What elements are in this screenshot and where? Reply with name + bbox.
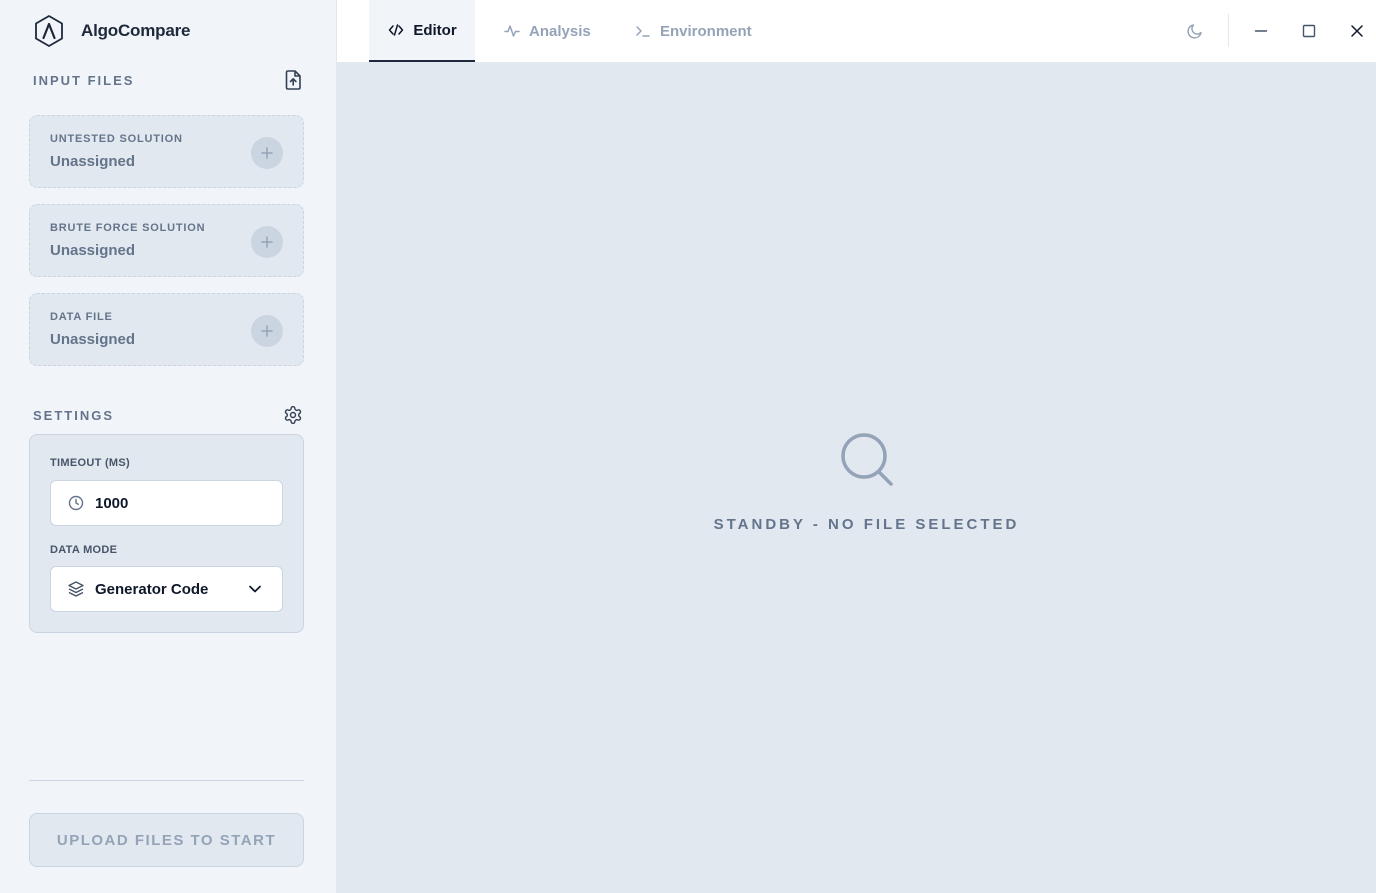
plus-icon bbox=[261, 147, 273, 159]
sidebar: AlgoCompare INPUT FILES UNTESTED SOLUTIO… bbox=[0, 0, 337, 893]
close-icon[interactable] bbox=[1345, 19, 1369, 43]
brand: AlgoCompare bbox=[32, 13, 190, 49]
file-slot-value: Unassigned bbox=[50, 153, 136, 170]
sidebar-divider bbox=[29, 780, 304, 781]
add-brute-force-solution-button[interactable] bbox=[251, 226, 283, 258]
theme-toggle-moon-icon[interactable] bbox=[1183, 19, 1207, 43]
timeout-value: 1000 bbox=[95, 494, 129, 512]
data-mode-label: DATA MODE bbox=[50, 544, 118, 556]
data-mode-value: Generator Code bbox=[95, 580, 209, 598]
add-untested-solution-button[interactable] bbox=[251, 137, 283, 169]
terminal-icon bbox=[634, 22, 652, 40]
file-upload-icon[interactable] bbox=[283, 70, 303, 90]
settings-title: SETTINGS bbox=[33, 407, 115, 423]
window-controls-separator bbox=[1228, 14, 1229, 47]
maximize-icon[interactable] bbox=[1297, 19, 1321, 43]
untested-solution-slot[interactable]: UNTESTED SOLUTION Unassigned bbox=[29, 115, 304, 188]
timeout-label: TIMEOUT (MS) bbox=[50, 457, 130, 469]
start-button[interactable]: UPLOAD FILES TO START bbox=[29, 813, 304, 867]
tab-environment[interactable]: Environment bbox=[634, 0, 752, 62]
file-slot-label: BRUTE FORCE SOLUTION bbox=[50, 222, 206, 234]
timeout-input[interactable]: 1000 bbox=[50, 480, 283, 526]
input-files-title: INPUT FILES bbox=[33, 72, 135, 88]
app-logo-icon bbox=[32, 14, 66, 48]
minimize-icon[interactable] bbox=[1249, 19, 1273, 43]
activity-icon bbox=[503, 22, 521, 40]
data-file-slot[interactable]: DATA FILE Unassigned bbox=[29, 293, 304, 366]
clock-icon bbox=[66, 493, 86, 513]
gear-icon[interactable] bbox=[283, 405, 303, 425]
code-icon bbox=[387, 21, 405, 39]
tab-analysis[interactable]: Analysis bbox=[503, 0, 591, 62]
tab-label: Analysis bbox=[529, 22, 591, 40]
data-mode-select[interactable]: Generator Code bbox=[50, 566, 283, 612]
tab-label: Editor bbox=[413, 21, 457, 39]
top-bar: Editor Analysis Environment bbox=[337, 0, 1376, 62]
file-slot-value: Unassigned bbox=[50, 242, 136, 259]
standby-status-text: STANDBY - NO FILE SELECTED bbox=[713, 516, 1020, 533]
chevron-down-icon bbox=[246, 580, 264, 598]
input-files-header: INPUT FILES bbox=[33, 70, 303, 90]
settings-panel: TIMEOUT (MS) 1000 DATA MODE Generator Co… bbox=[29, 434, 304, 633]
plus-icon bbox=[261, 236, 273, 248]
file-slot-label: DATA FILE bbox=[50, 311, 113, 323]
file-slot-value: Unassigned bbox=[50, 331, 136, 348]
app-name: AlgoCompare bbox=[81, 21, 191, 40]
plus-icon bbox=[261, 325, 273, 337]
tab-label: Environment bbox=[660, 22, 752, 40]
layers-icon bbox=[66, 579, 86, 599]
search-icon bbox=[839, 432, 895, 488]
settings-header: SETTINGS bbox=[33, 405, 303, 425]
brute-force-solution-slot[interactable]: BRUTE FORCE SOLUTION Unassigned bbox=[29, 204, 304, 277]
main-area: STANDBY - NO FILE SELECTED bbox=[337, 62, 1376, 893]
add-data-file-button[interactable] bbox=[251, 315, 283, 347]
tab-editor[interactable]: Editor bbox=[369, 0, 475, 62]
file-slot-label: UNTESTED SOLUTION bbox=[50, 133, 183, 145]
